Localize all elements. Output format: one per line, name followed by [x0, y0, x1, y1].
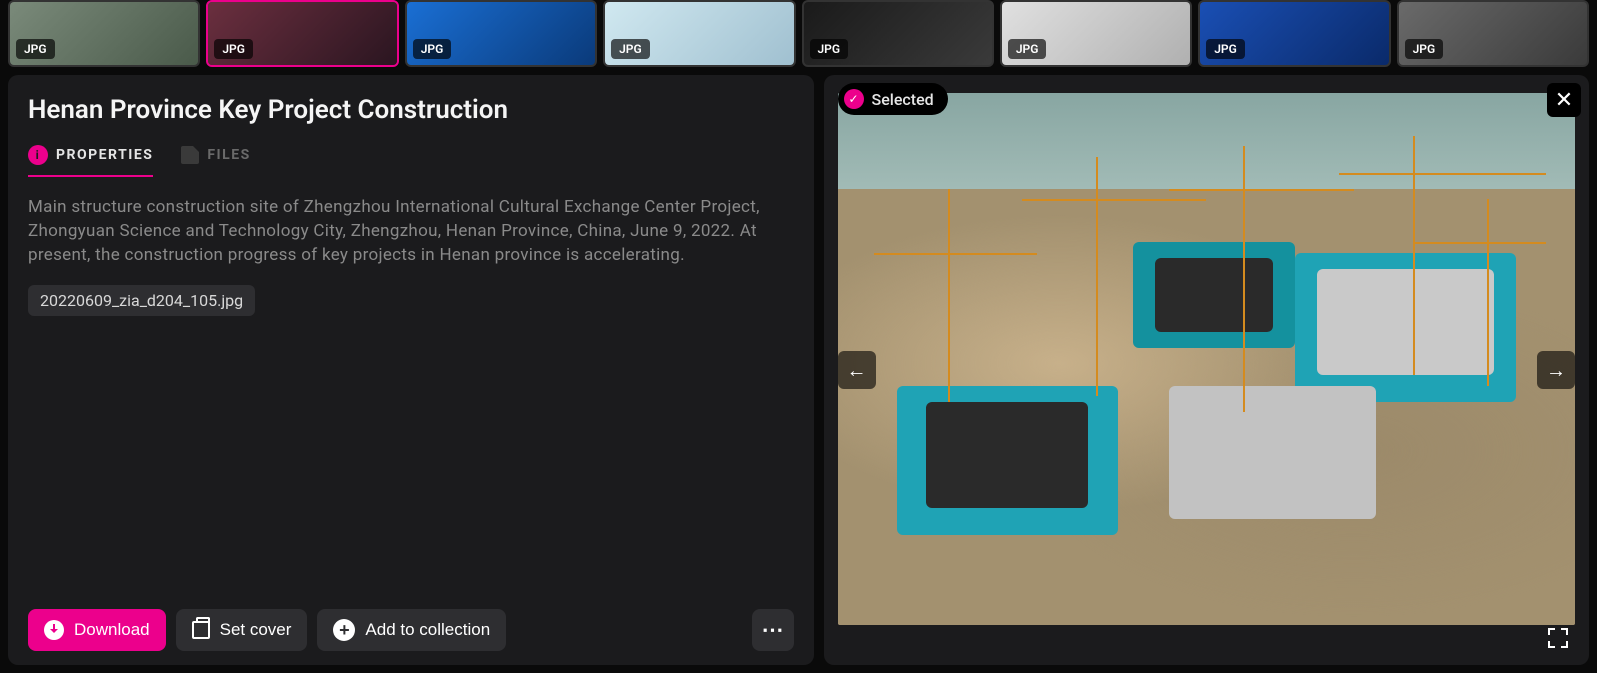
- thumbnail-item[interactable]: JPG: [802, 0, 994, 67]
- format-badge: JPG: [413, 39, 452, 59]
- page-title: Henan Province Key Project Construction: [28, 95, 794, 125]
- format-badge: JPG: [611, 39, 650, 59]
- set-cover-icon: [192, 621, 210, 639]
- button-label: Add to collection: [365, 620, 490, 640]
- close-button[interactable]: ✕: [1547, 83, 1581, 117]
- info-icon: i: [28, 145, 48, 165]
- tab-label: PROPERTIES: [56, 147, 153, 163]
- check-icon: ✓: [844, 89, 864, 109]
- tab-label: FILES: [207, 147, 250, 163]
- file-icon: [181, 146, 199, 164]
- format-badge: JPG: [1405, 39, 1444, 59]
- format-badge: JPG: [1206, 39, 1245, 59]
- format-badge: JPG: [810, 39, 849, 59]
- format-badge: JPG: [16, 39, 55, 59]
- thumbnail-item[interactable]: JPG: [1000, 0, 1192, 67]
- selected-pill[interactable]: ✓ Selected: [838, 83, 948, 115]
- selected-label: Selected: [872, 90, 934, 109]
- thumbnail-item[interactable]: JPG: [405, 0, 597, 67]
- fullscreen-button[interactable]: [1541, 621, 1575, 655]
- download-icon: [44, 620, 64, 640]
- thumbnail-item[interactable]: JPG: [8, 0, 200, 67]
- next-button[interactable]: →: [1537, 351, 1575, 389]
- plus-icon: +: [333, 619, 355, 641]
- format-badge: JPG: [214, 39, 253, 59]
- preview-image[interactable]: [838, 93, 1576, 625]
- tab-files[interactable]: FILES: [181, 145, 250, 177]
- add-to-collection-button[interactable]: + Add to collection: [317, 609, 506, 651]
- arrow-left-icon: ←: [847, 358, 867, 383]
- more-button[interactable]: ⋯: [752, 609, 794, 651]
- tabs: i PROPERTIES FILES: [28, 145, 794, 178]
- thumbnail-item[interactable]: JPG: [1198, 0, 1390, 67]
- thumbnail-item[interactable]: JPG: [206, 0, 398, 67]
- button-label: Download: [74, 620, 150, 640]
- preview-panel: ✓ Selected ✕: [824, 75, 1590, 665]
- prev-button[interactable]: ←: [838, 351, 876, 389]
- ellipsis-icon: ⋯: [762, 617, 784, 643]
- tab-properties[interactable]: i PROPERTIES: [28, 145, 153, 177]
- set-cover-button[interactable]: Set cover: [176, 609, 308, 651]
- close-icon: ✕: [1555, 88, 1573, 113]
- format-badge: JPG: [1008, 39, 1047, 59]
- button-label: Set cover: [220, 620, 292, 640]
- thumbnail-item[interactable]: JPG: [1397, 0, 1589, 67]
- fullscreen-icon: [1548, 628, 1568, 648]
- thumbnail-strip: JPG JPG JPG JPG JPG JPG JPG JPG: [0, 0, 1597, 75]
- thumbnail-item[interactable]: JPG: [603, 0, 795, 67]
- filename-chip: 20220609_zia_d204_105.jpg: [28, 285, 255, 316]
- download-button[interactable]: Download: [28, 609, 166, 651]
- action-row: Download Set cover + Add to collection ⋯: [28, 609, 794, 651]
- arrow-right-icon: →: [1546, 358, 1566, 383]
- detail-panel: Henan Province Key Project Construction …: [8, 75, 814, 665]
- description-text: Main structure construction site of Zhen…: [28, 196, 794, 267]
